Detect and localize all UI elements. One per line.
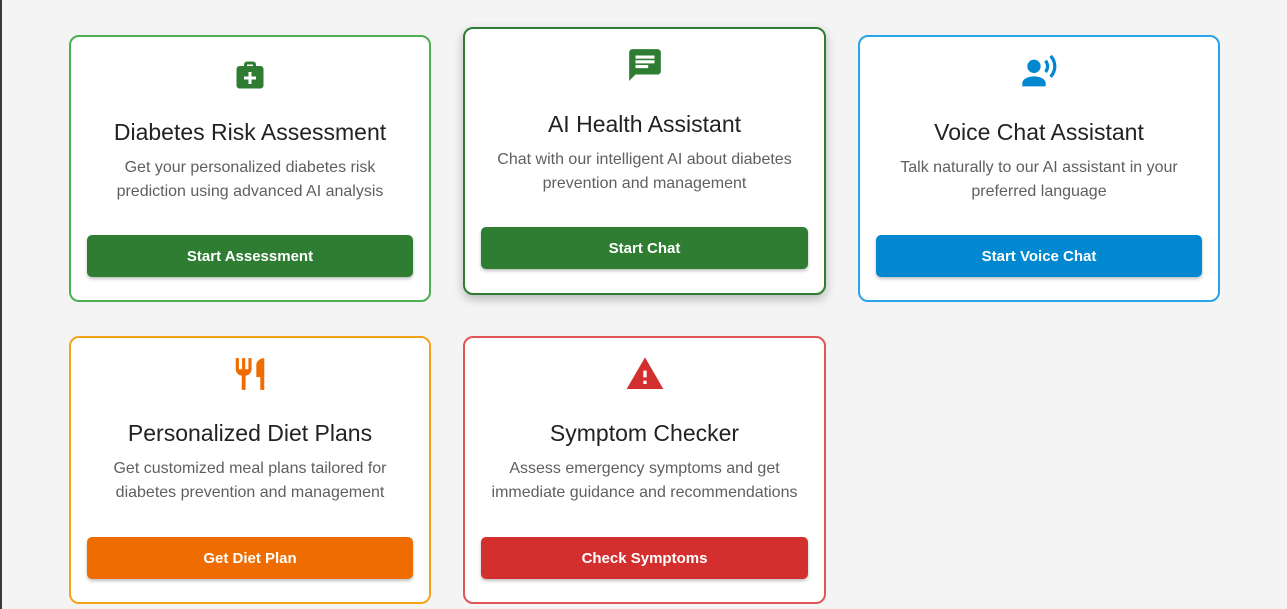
card-description: Talk naturally to our AI assistant in yo… xyxy=(900,159,1178,200)
card-ai-health-assistant: AI Health Assistant Chat with our intell… xyxy=(463,27,826,295)
card-description: Chat with our intelligent AI about diabe… xyxy=(497,151,792,192)
card-description: Get customized meal plans tailored for d… xyxy=(113,460,387,501)
card-title: Diabetes Risk Assessment xyxy=(113,119,387,145)
card-title: Voice Chat Assistant xyxy=(934,119,1144,145)
chat-icon xyxy=(625,45,665,85)
start-voice-chat-button[interactable]: Start Voice Chat xyxy=(876,235,1202,277)
restaurant-icon xyxy=(230,354,270,394)
start-assessment-button[interactable]: Start Assessment xyxy=(87,235,413,277)
card-title: AI Health Assistant xyxy=(547,111,742,137)
card-personalized-diet-plans: Personalized Diet Plans Get customized m… xyxy=(69,336,431,604)
feature-grid: Diabetes Risk Assessment Get your person… xyxy=(0,0,1287,609)
card-voice-chat-assistant: Voice Chat Assistant Talk naturally to o… xyxy=(858,35,1220,302)
card-diabetes-risk-assessment: Diabetes Risk Assessment Get your person… xyxy=(69,35,431,302)
card-title: Personalized Diet Plans xyxy=(127,420,373,446)
warning-icon xyxy=(625,354,665,394)
start-chat-button[interactable]: Start Chat xyxy=(481,227,808,269)
card-symptom-checker: Symptom Checker Assess emergency symptom… xyxy=(463,336,826,604)
card-description: Assess emergency symptoms and get immedi… xyxy=(491,460,798,501)
get-diet-plan-button[interactable]: Get Diet Plan xyxy=(87,537,413,579)
card-title: Symptom Checker xyxy=(549,420,740,446)
voice-chat-icon xyxy=(1019,53,1059,93)
medical-bag-icon xyxy=(230,55,270,95)
check-symptoms-button[interactable]: Check Symptoms xyxy=(481,537,808,579)
card-description: Get your personalized diabetes risk pred… xyxy=(116,159,384,200)
